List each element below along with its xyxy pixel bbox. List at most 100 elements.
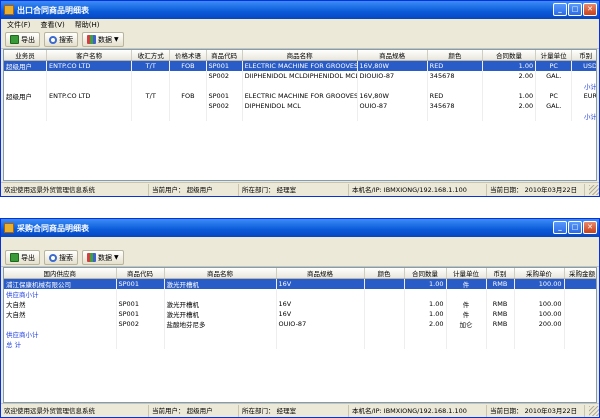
table-cell <box>535 111 573 121</box>
table-cell: 件 <box>446 278 487 289</box>
search-label: 搜索 <box>59 35 73 44</box>
title-bar[interactable]: 出口合同商品明细表 _ □ ✕ <box>1 1 599 19</box>
table-row[interactable]: SP002 盐酸地芬尼多 OUIO-87 2.00 加仑 RMB 200.00 <box>4 319 596 329</box>
table-cell <box>404 329 447 339</box>
column-header[interactable]: 商品规格 <box>357 50 428 61</box>
data-label: 数据 <box>98 253 112 262</box>
status-app: 欢迎使用远景外贸管理信息系统 <box>1 183 149 196</box>
resize-grip[interactable] <box>589 184 599 195</box>
table-cell <box>46 111 133 121</box>
table-cell: PC <box>535 60 573 71</box>
table-cell <box>364 329 405 339</box>
table-cell: FOB <box>169 91 207 101</box>
close-button[interactable]: ✕ <box>583 3 597 16</box>
table-row[interactable]: 浦江保康机械有限公司 SP001 激光开槽机 16V 1.00 件 RMB 100.00 <box>4 278 596 289</box>
table-row[interactable]: 超级用户 ENTP.CO LTD T/T FOB SP001 ELECTRIC MACHI… <box>4 60 596 71</box>
menu-bar <box>1 237 599 249</box>
table-cell <box>482 81 537 91</box>
table-cell: 1.00 <box>482 91 537 101</box>
resize-grip[interactable] <box>589 405 599 416</box>
column-header[interactable]: 收汇方式 <box>131 50 171 61</box>
minimize-button[interactable]: _ <box>553 3 567 16</box>
column-header[interactable]: 国内供应商 <box>4 268 117 279</box>
table-cell: 16V,80W <box>357 60 428 71</box>
search-button[interactable]: 搜索 <box>44 32 78 47</box>
table-cell: 16V,80W <box>357 91 428 101</box>
title-bar[interactable]: 采购合同商品明细表 _ □ ✕ <box>1 219 599 237</box>
table-cell: T/T <box>131 91 171 101</box>
table-cell: DIPHENIDOL MCL <box>242 101 358 111</box>
table-cell <box>357 81 428 91</box>
table-cell: RED <box>427 60 483 71</box>
menu-file[interactable]: 文件(F) <box>7 20 31 30</box>
export-grid[interactable]: 业务员 客户名称 收汇方式 价格术语 商品代码 商品名称 商品规格 颜色 合同数量 计量单位 币别 … <box>3 49 597 181</box>
maximize-button[interactable]: □ <box>568 3 582 16</box>
table-row[interactable]: 小计 <box>4 81 596 91</box>
export-button[interactable]: 导出 <box>5 32 40 47</box>
search-button[interactable]: 搜索 <box>44 250 78 265</box>
table-row[interactable]: 大自然 SP001 激光开槽机 16V 1.00 件 RMB 100.00 <box>4 309 596 319</box>
table-row[interactable]: 小计 <box>4 111 596 121</box>
table-cell <box>4 71 48 81</box>
column-header[interactable]: 商品名称 <box>164 268 277 279</box>
table-cell: 件 <box>446 309 487 319</box>
column-header[interactable]: 商品代码 <box>116 268 165 279</box>
column-header[interactable]: 价格术语 <box>169 50 207 61</box>
table-cell <box>242 111 358 121</box>
column-header[interactable]: 币别 <box>571 50 596 61</box>
table-cell <box>446 329 487 339</box>
export-label: 导出 <box>21 35 35 44</box>
table-cell <box>164 289 277 299</box>
column-header[interactable]: 颜色 <box>364 268 405 279</box>
table-cell <box>486 289 515 299</box>
column-header[interactable]: 合同数量 <box>404 268 447 279</box>
column-header[interactable]: 计量单位 <box>535 50 573 61</box>
column-header[interactable]: 商品代码 <box>206 50 243 61</box>
menu-view[interactable]: 查看(V) <box>41 20 65 30</box>
column-header[interactable]: 采购单价 <box>514 268 565 279</box>
table-cell: USD <box>571 60 596 71</box>
close-button[interactable]: ✕ <box>583 221 597 234</box>
status-user: 当前用户： 超级用户 <box>149 404 239 417</box>
table-row[interactable]: 总 计 <box>4 339 596 349</box>
table-row[interactable]: 供应商小计 <box>4 289 596 299</box>
table-cell <box>169 111 207 121</box>
column-header[interactable]: 币别 <box>486 268 515 279</box>
table-row[interactable]: SP002 DIPHENIDOL MCL OUIO-87 345678 2.00 GAL. <box>4 101 596 111</box>
purchase-grid[interactable]: 国内供应商 商品代码 商品名称 商品规格 颜色 合同数量 计量单位 币别 采购单价 采购金额 浦江… <box>3 267 597 403</box>
table-cell <box>242 81 358 91</box>
table-cell: 345678 <box>427 71 483 81</box>
minimize-button[interactable]: _ <box>553 221 567 234</box>
data-button[interactable]: 数据 ▼ <box>82 250 124 265</box>
table-cell <box>364 339 405 349</box>
column-header[interactable]: 商品规格 <box>276 268 365 279</box>
window-title: 采购合同商品明细表 <box>17 223 89 233</box>
menu-help[interactable]: 帮助(H) <box>75 20 100 30</box>
column-header[interactable]: 颜色 <box>427 50 483 61</box>
table-cell <box>486 339 515 349</box>
table-cell: FOB <box>169 60 207 71</box>
column-header[interactable]: 采购金额 <box>564 268 596 279</box>
table-row[interactable]: SP002 DIIPHENIDOL MCLDIPHENIDOL MCL DIOUIO… <box>4 71 596 81</box>
export-label: 导出 <box>21 253 35 262</box>
table-cell <box>131 71 171 81</box>
status-date: 当前日期： 2010年03月22日 <box>487 404 585 417</box>
status-bar: 欢迎使用远景外贸管理信息系统 当前用户： 超级用户 所在部门： 经理室 本机名/… <box>1 403 599 417</box>
column-header[interactable]: 业务员 <box>4 50 48 61</box>
column-header[interactable]: 计量单位 <box>446 268 487 279</box>
table-row[interactable]: 超级用户 ENTP.CO LTD T/T FOB SP001 ELECTRIC MACHI… <box>4 91 596 101</box>
column-header[interactable]: 客户名称 <box>46 50 133 61</box>
table-cell: SP001 <box>116 299 165 309</box>
table-row[interactable]: 供应商小计 <box>4 329 596 339</box>
table-cell <box>364 278 405 289</box>
table-row[interactable]: 大自然 SP001 激光开槽机 16V 1.00 件 RMB 100.00 <box>4 299 596 309</box>
data-button[interactable]: 数据 ▼ <box>82 32 124 47</box>
maximize-button[interactable]: □ <box>568 221 582 234</box>
table-cell: T/T <box>131 60 171 71</box>
table-cell: OUIO-87 <box>357 101 428 111</box>
column-header[interactable]: 商品名称 <box>242 50 358 61</box>
status-bar: 欢迎使用远景外贸管理信息系统 当前用户： 超级用户 所在部门： 经理室 本机名/… <box>1 182 599 196</box>
table-cell <box>46 81 133 91</box>
export-button[interactable]: 导出 <box>5 250 40 265</box>
column-header[interactable]: 合同数量 <box>482 50 537 61</box>
